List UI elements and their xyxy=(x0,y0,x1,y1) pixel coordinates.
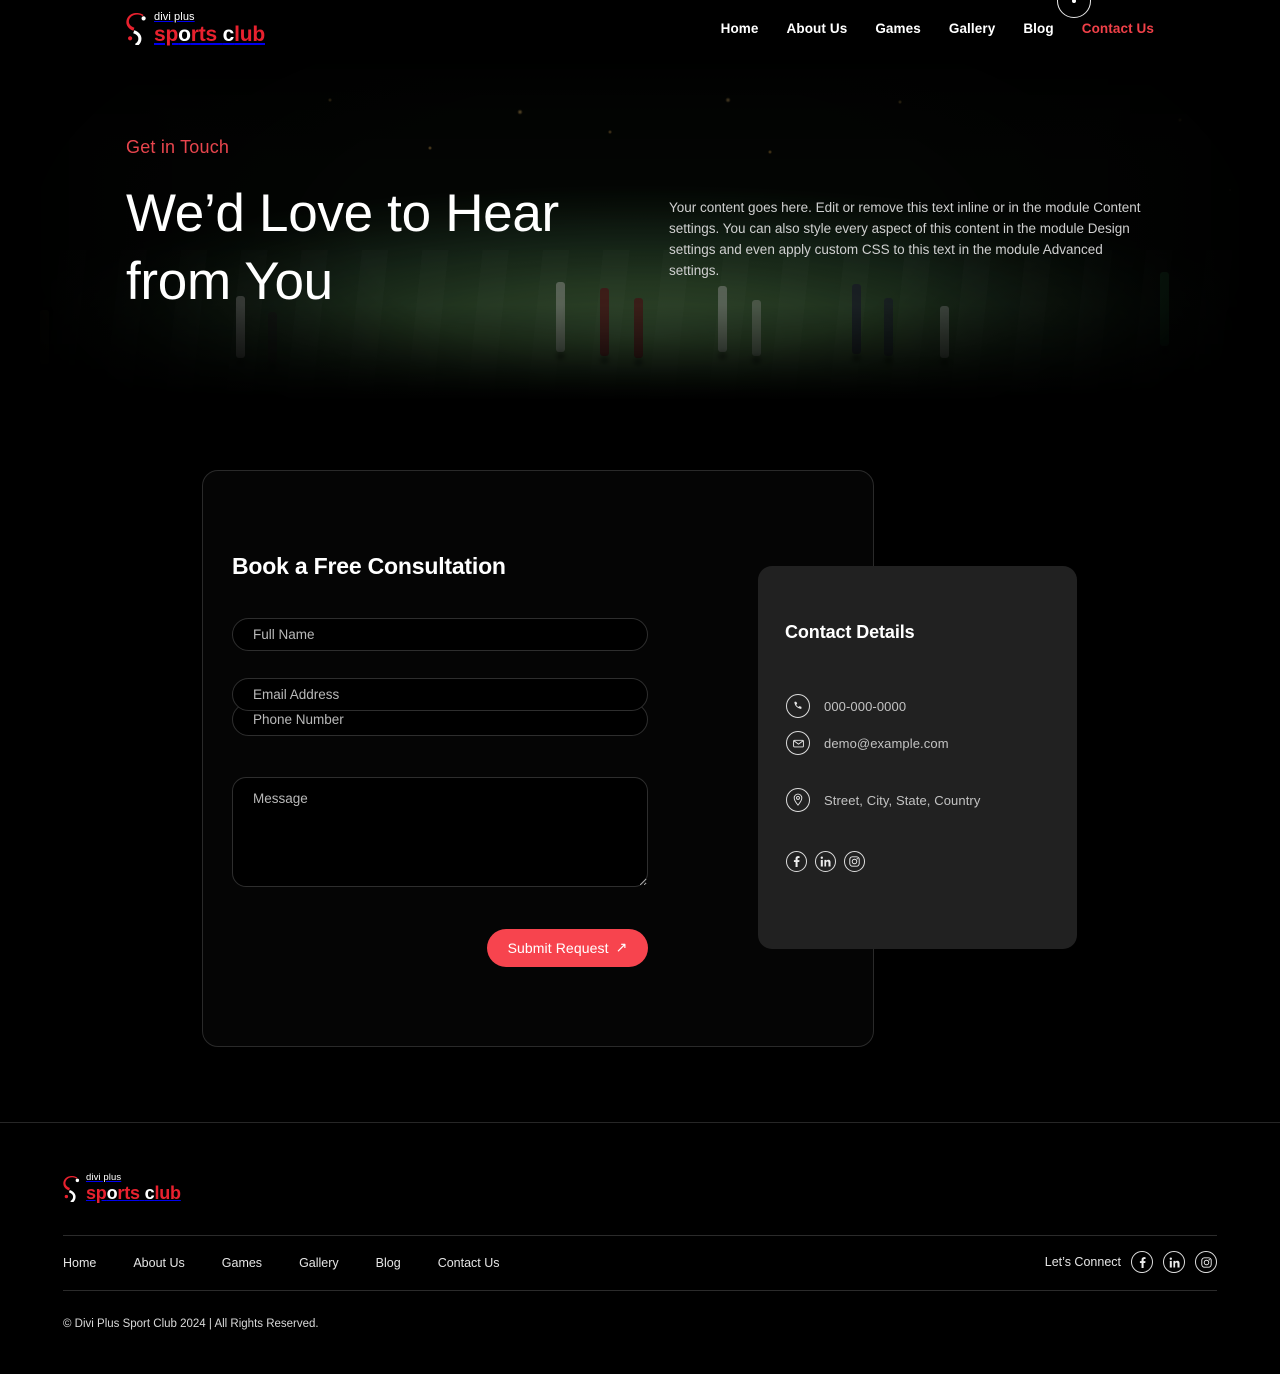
nav-item-home[interactable]: Home xyxy=(721,21,759,36)
contact-detail-address[interactable]: Street, City, State, Country xyxy=(786,788,980,812)
footer-divider-top xyxy=(63,1235,1217,1236)
contact-address-value: Street, City, State, Country xyxy=(824,792,981,808)
panel-social-links xyxy=(786,851,865,872)
contact-details-title: Contact Details xyxy=(785,622,915,642)
footer-nav-item-gallery[interactable]: Gallery xyxy=(299,1256,339,1270)
footer-divider-bottom xyxy=(63,1290,1217,1291)
sports-club-logo-icon xyxy=(63,1176,81,1202)
nav-item-gallery[interactable]: Gallery xyxy=(949,21,995,36)
footer-logo-wordmark: divi plus sports club xyxy=(86,1172,181,1203)
contact-phone-value: 000-000-0000 xyxy=(824,698,907,714)
submit-request-label: Submit Request xyxy=(507,940,609,956)
lets-connect-label: Let’s Connect xyxy=(1044,1255,1121,1269)
contact-email-value: demo@example.com xyxy=(824,735,949,751)
footer-nav-item-games[interactable]: Games xyxy=(222,1256,262,1270)
phone-icon xyxy=(786,694,810,718)
full-name-input[interactable] xyxy=(232,618,648,651)
nav-item-about-us[interactable]: About Us xyxy=(787,21,848,36)
submit-request-button[interactable]: Submit Request ↗ xyxy=(487,929,648,967)
footer-logo-top-text: divi plus xyxy=(86,1172,122,1183)
site-footer: divi plus sports club Home About Us Game… xyxy=(0,1122,1280,1352)
contact-detail-email[interactable]: demo@example.com xyxy=(786,731,949,755)
instagram-icon[interactable] xyxy=(844,851,865,872)
hero-description: Your content goes here. Edit or remove t… xyxy=(669,200,1141,278)
footer-social-links: Let’s Connect xyxy=(1045,1251,1217,1273)
footer-nav-item-about-us[interactable]: About Us xyxy=(133,1256,184,1270)
footer-logo-bottom-text: sports club xyxy=(86,1183,181,1203)
email-address-input[interactable] xyxy=(232,678,648,711)
site-logo[interactable]: divi plus sports club xyxy=(126,12,265,45)
linkedin-icon[interactable] xyxy=(1163,1251,1185,1273)
form-title: Book a Free Consultation xyxy=(232,553,506,579)
footer-logo[interactable]: divi plus sports club xyxy=(63,1173,181,1202)
hero-eyebrow: Get in Touch xyxy=(126,137,230,157)
logo-top-text: divi plus xyxy=(154,11,195,23)
arrow-up-right-icon: ↗ xyxy=(615,939,628,955)
message-textarea[interactable] xyxy=(232,777,648,887)
footer-nav-item-contact-us[interactable]: Contact Us xyxy=(438,1256,500,1270)
contact-detail-phone[interactable]: 000-000-0000 xyxy=(786,694,906,718)
footer-nav-item-blog[interactable]: Blog xyxy=(376,1256,401,1270)
contact-details-panel: Contact Details 000-000-0000 demo@exampl… xyxy=(758,566,1077,949)
nav-item-games[interactable]: Games xyxy=(875,21,921,36)
map-pin-icon xyxy=(786,788,810,812)
hero-title: We’d Love to Hear from You xyxy=(126,184,559,311)
hero-section: Get in Touch We’d Love to Hear from You … xyxy=(0,60,1280,400)
envelope-icon xyxy=(786,731,810,755)
contact-section: Book a Free Consultation Submit Request … xyxy=(0,400,1280,1122)
nav-item-blog[interactable]: Blog xyxy=(1023,21,1053,36)
facebook-icon[interactable] xyxy=(786,851,807,872)
footer-nav-item-home[interactable]: Home xyxy=(63,1256,96,1270)
facebook-icon[interactable] xyxy=(1131,1251,1153,1273)
sports-club-logo-icon xyxy=(126,13,148,45)
linkedin-icon[interactable] xyxy=(815,851,836,872)
main-navigation: Home About Us Games Gallery Blog Contact… xyxy=(721,21,1154,36)
logo-wordmark: divi plus sports club xyxy=(154,11,266,46)
instagram-icon[interactable] xyxy=(1195,1251,1217,1273)
footer-navigation: Home About Us Games Gallery Blog Contact… xyxy=(63,1256,500,1270)
logo-bottom-text: sports club xyxy=(154,23,266,46)
page-root: divi plus sports club Home About Us Game… xyxy=(0,0,1280,1374)
copyright-text: © Divi Plus Sport Club 2024 | All Rights… xyxy=(63,1318,319,1330)
nav-item-contact-us[interactable]: Contact Us xyxy=(1082,21,1154,36)
hero-content: Get in Touch We’d Love to Hear from You … xyxy=(0,60,1280,400)
